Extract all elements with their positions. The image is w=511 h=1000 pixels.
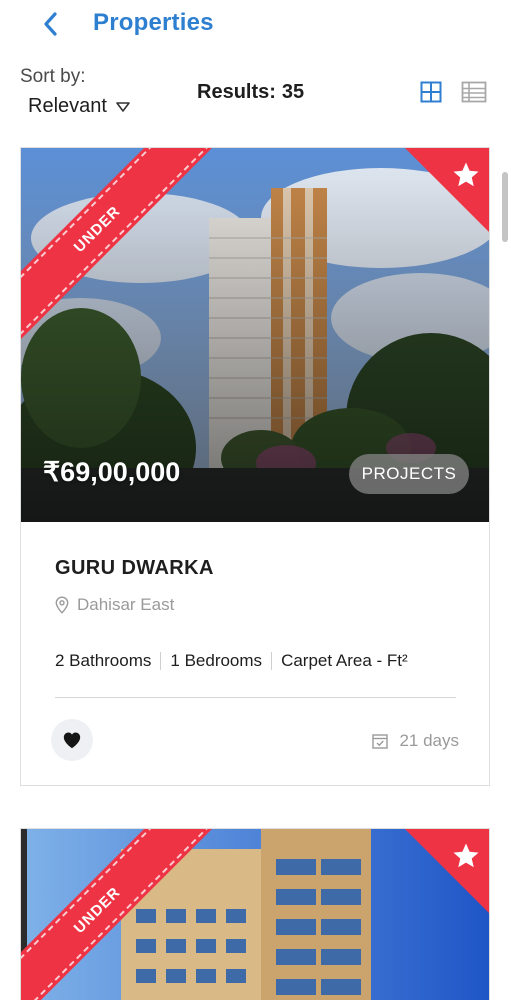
sort-value: Relevant bbox=[28, 95, 107, 117]
app-screen: Properties Sort by: Relevant Results:35 bbox=[0, 0, 511, 1000]
sort-label: Sort by: bbox=[20, 66, 86, 87]
posted-date: 21 days bbox=[371, 731, 459, 751]
chevron-left-icon bbox=[44, 12, 57, 36]
bathrooms: 2 Bathrooms bbox=[55, 651, 152, 670]
featured-button[interactable] bbox=[405, 829, 489, 913]
location: Dahisar East bbox=[55, 595, 174, 615]
property-card[interactable]: UNDER bbox=[20, 828, 490, 1000]
results-count: Results: 35 bbox=[197, 81, 304, 104]
location-text: Dahisar East bbox=[77, 595, 175, 614]
list-view-icon bbox=[461, 81, 487, 103]
caret-down-icon bbox=[116, 101, 130, 112]
star-icon bbox=[453, 162, 479, 187]
property-image[interactable]: UNDER bbox=[21, 829, 489, 1000]
card-divider bbox=[55, 697, 456, 698]
map-pin-icon bbox=[55, 596, 69, 614]
calendar-check-icon bbox=[372, 734, 389, 749]
card-body: GURU DWARKA Dahisar East 2 Bathrooms 1 B… bbox=[21, 522, 489, 786]
page-title: Properties bbox=[93, 9, 214, 36]
sort-dropdown[interactable]: Relevant bbox=[28, 95, 131, 118]
heart-icon bbox=[63, 732, 81, 749]
divider bbox=[271, 652, 273, 670]
carpet-area: Carpet Area - Ft² bbox=[281, 651, 408, 670]
grid-view-icon bbox=[420, 81, 442, 103]
property-card[interactable]: UNDER ₹69,00,000 PROJECTS GURU DWARKA Da… bbox=[20, 147, 490, 786]
days-text: 21 days bbox=[399, 731, 459, 750]
results-label: Results: bbox=[197, 81, 276, 103]
back-button[interactable] bbox=[36, 8, 66, 40]
results-number: 35 bbox=[281, 81, 305, 103]
scrollbar[interactable] bbox=[502, 172, 508, 242]
star-icon bbox=[453, 843, 479, 868]
list-view-button[interactable] bbox=[461, 81, 487, 103]
header: Properties bbox=[0, 0, 511, 52]
featured-button[interactable] bbox=[405, 148, 489, 232]
features: 2 Bathrooms 1 Bedrooms Carpet Area - Ft² bbox=[55, 651, 408, 671]
price: ₹69,00,000 bbox=[43, 457, 181, 487]
divider bbox=[160, 652, 162, 670]
property-image[interactable]: UNDER ₹69,00,000 PROJECTS bbox=[21, 148, 489, 522]
like-button[interactable] bbox=[51, 719, 93, 761]
type-badge[interactable]: PROJECTS bbox=[349, 454, 469, 494]
bedrooms: 1 Bedrooms bbox=[170, 651, 263, 670]
grid-view-button[interactable] bbox=[420, 81, 442, 103]
property-title[interactable]: GURU DWARKA bbox=[55, 557, 214, 580]
